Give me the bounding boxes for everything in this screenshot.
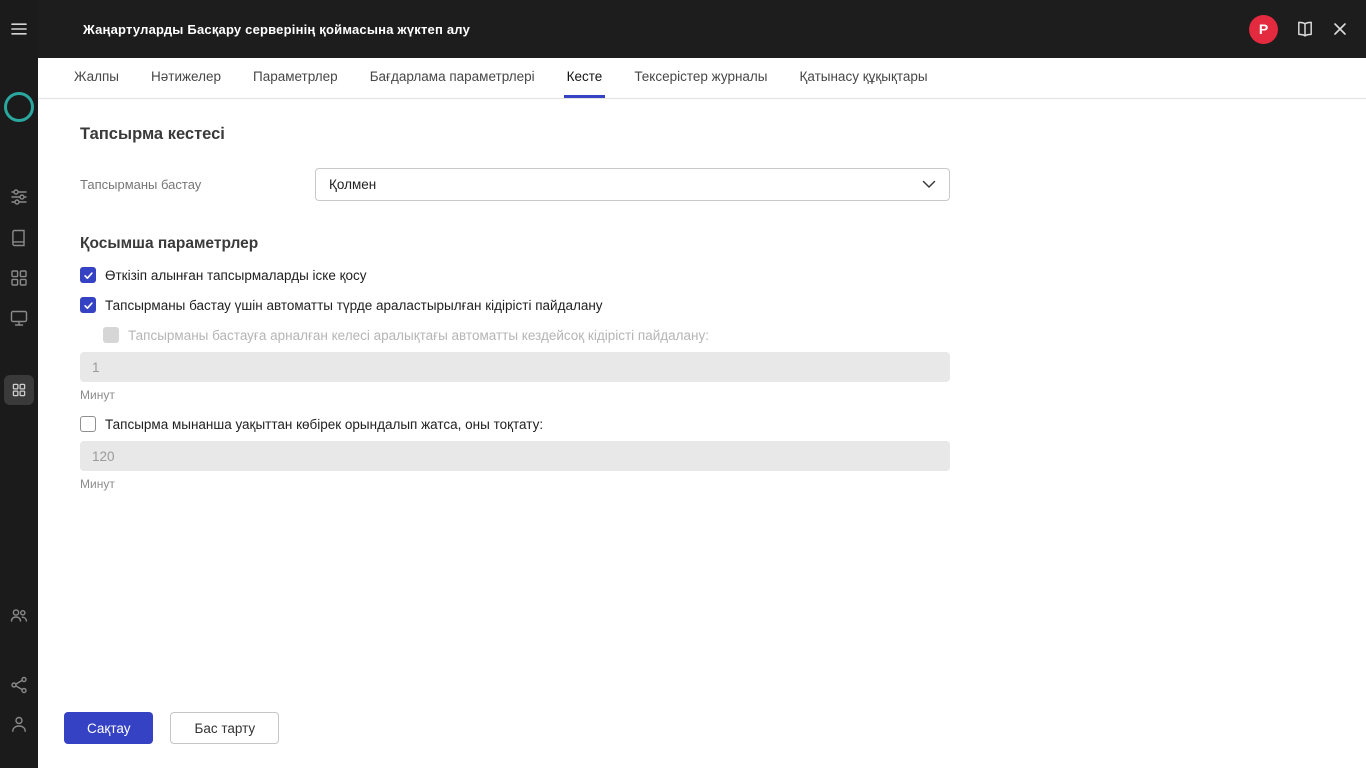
chevron-down-icon — [922, 180, 936, 189]
schedule-panel: Тапсырма кестесі Тапсырманы бастау Қолме… — [38, 100, 1366, 768]
start-mode-row: Тапсырманы бастау Қолмен — [80, 168, 1366, 201]
user-icon[interactable] — [0, 714, 38, 734]
book-icon[interactable] — [0, 228, 38, 248]
grid-icon[interactable] — [0, 268, 38, 288]
start-mode-select[interactable]: Қолмен — [315, 168, 950, 201]
checkbox-checked-icon — [80, 297, 96, 313]
left-nav-rail — [0, 0, 38, 768]
checkbox-run-missed[interactable]: Өткізіп алынған тапсырмаларды іске қосу — [80, 267, 1366, 283]
stop-timeout-unit: Минут — [80, 477, 1366, 491]
tab-results[interactable]: Нәтижелер — [148, 58, 224, 98]
checkbox-disabled-icon — [103, 327, 119, 343]
tab-bar: Жалпы Нәтижелер Параметрлер Бағдарлама п… — [38, 58, 1366, 99]
checkbox-label: Тапсырманы бастауға арналған келесі арал… — [128, 328, 709, 343]
checkbox-label: Өткізіп алынған тапсырмаларды іске қосу — [105, 268, 367, 283]
close-icon[interactable] — [1332, 21, 1348, 37]
app-window: Жаңартуларды Басқару серверінің қоймасын… — [0, 0, 1366, 768]
tab-schedule[interactable]: Кесте — [564, 58, 606, 98]
brand-badge[interactable]: P — [1249, 15, 1278, 44]
checkbox-unchecked-icon — [80, 416, 96, 432]
save-button[interactable]: Сақтау — [64, 712, 153, 744]
logo-ring-icon — [0, 92, 38, 122]
random-delay-unit: Минут — [80, 388, 1366, 402]
checkbox-label: Тапсырманы бастау үшін автоматты түрде а… — [105, 298, 603, 313]
selected-option: Қолмен — [329, 177, 376, 192]
tab-access-rights[interactable]: Қатынасу құқықтары — [797, 58, 931, 98]
dialog-header: Жаңартуларды Басқару серверінің қоймасын… — [38, 0, 1366, 58]
checkbox-label: Тапсырма мынанша уақыттан көбірек орында… — [105, 417, 543, 432]
random-delay-input — [80, 352, 950, 382]
checkbox-checked-icon — [80, 267, 96, 283]
stop-timeout-input — [80, 441, 950, 471]
section-title-schedule: Тапсырма кестесі — [80, 125, 1366, 144]
brand-letter: P — [1259, 21, 1268, 37]
checkbox-auto-random-delay[interactable]: Тапсырманы бастау үшін автоматты түрде а… — [80, 297, 1366, 313]
cancel-button[interactable]: Бас тарту — [170, 712, 279, 744]
nodes-icon[interactable] — [0, 675, 38, 695]
dialog-title: Жаңартуларды Басқару серверінің қоймасын… — [83, 22, 1249, 37]
monitor-icon[interactable] — [0, 308, 38, 328]
menu-icon[interactable] — [0, 19, 38, 39]
dialog-footer: Сақтау Бас тарту — [64, 712, 279, 744]
active-nav-icon[interactable] — [0, 375, 38, 405]
tab-audit-log[interactable]: Тексерістер журналы — [631, 58, 770, 98]
docs-icon[interactable] — [1296, 20, 1314, 38]
sliders-icon[interactable] — [0, 187, 38, 207]
checkbox-custom-random-delay: Тапсырманы бастауға арналған келесі арал… — [103, 327, 1366, 343]
tab-general[interactable]: Жалпы — [71, 58, 122, 98]
users-icon[interactable] — [0, 605, 38, 625]
header-actions: P — [1249, 15, 1348, 44]
start-mode-label: Тапсырманы бастау — [80, 177, 315, 192]
checkbox-stop-if-longer[interactable]: Тапсырма мынанша уақыттан көбірек орында… — [80, 416, 1366, 432]
section-title-advanced: Қосымша параметрлер — [80, 235, 1366, 253]
tab-parameters[interactable]: Параметрлер — [250, 58, 341, 98]
tab-app-parameters[interactable]: Бағдарлама параметрлері — [367, 58, 538, 98]
